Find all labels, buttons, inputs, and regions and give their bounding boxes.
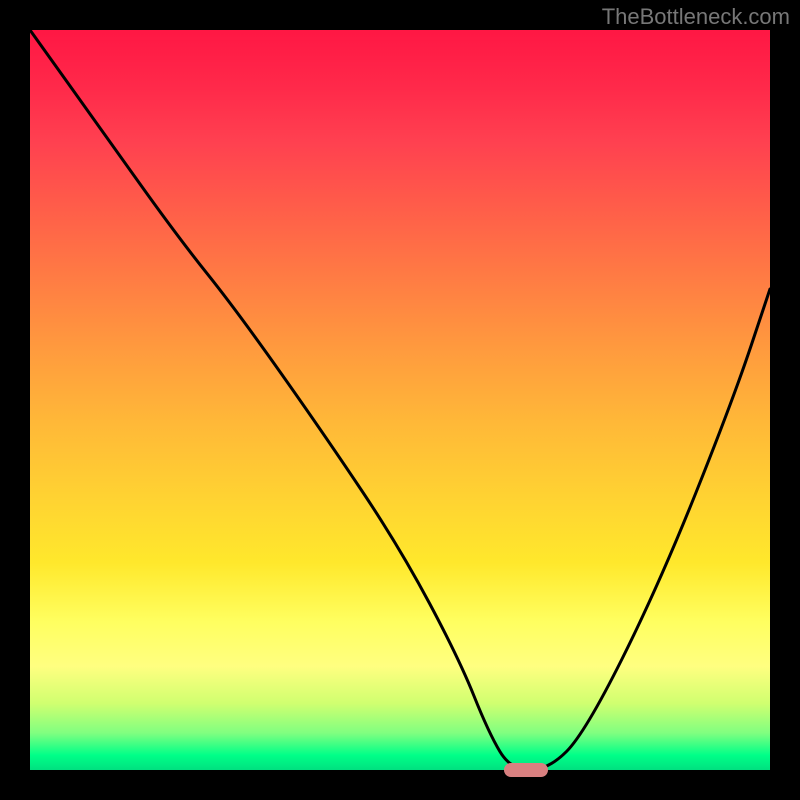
watermark-text: TheBottleneck.com — [602, 4, 790, 30]
chart-plot-area — [30, 30, 770, 770]
curve-path — [30, 30, 770, 770]
chart-curve — [30, 30, 770, 770]
bottleneck-marker — [504, 763, 548, 778]
